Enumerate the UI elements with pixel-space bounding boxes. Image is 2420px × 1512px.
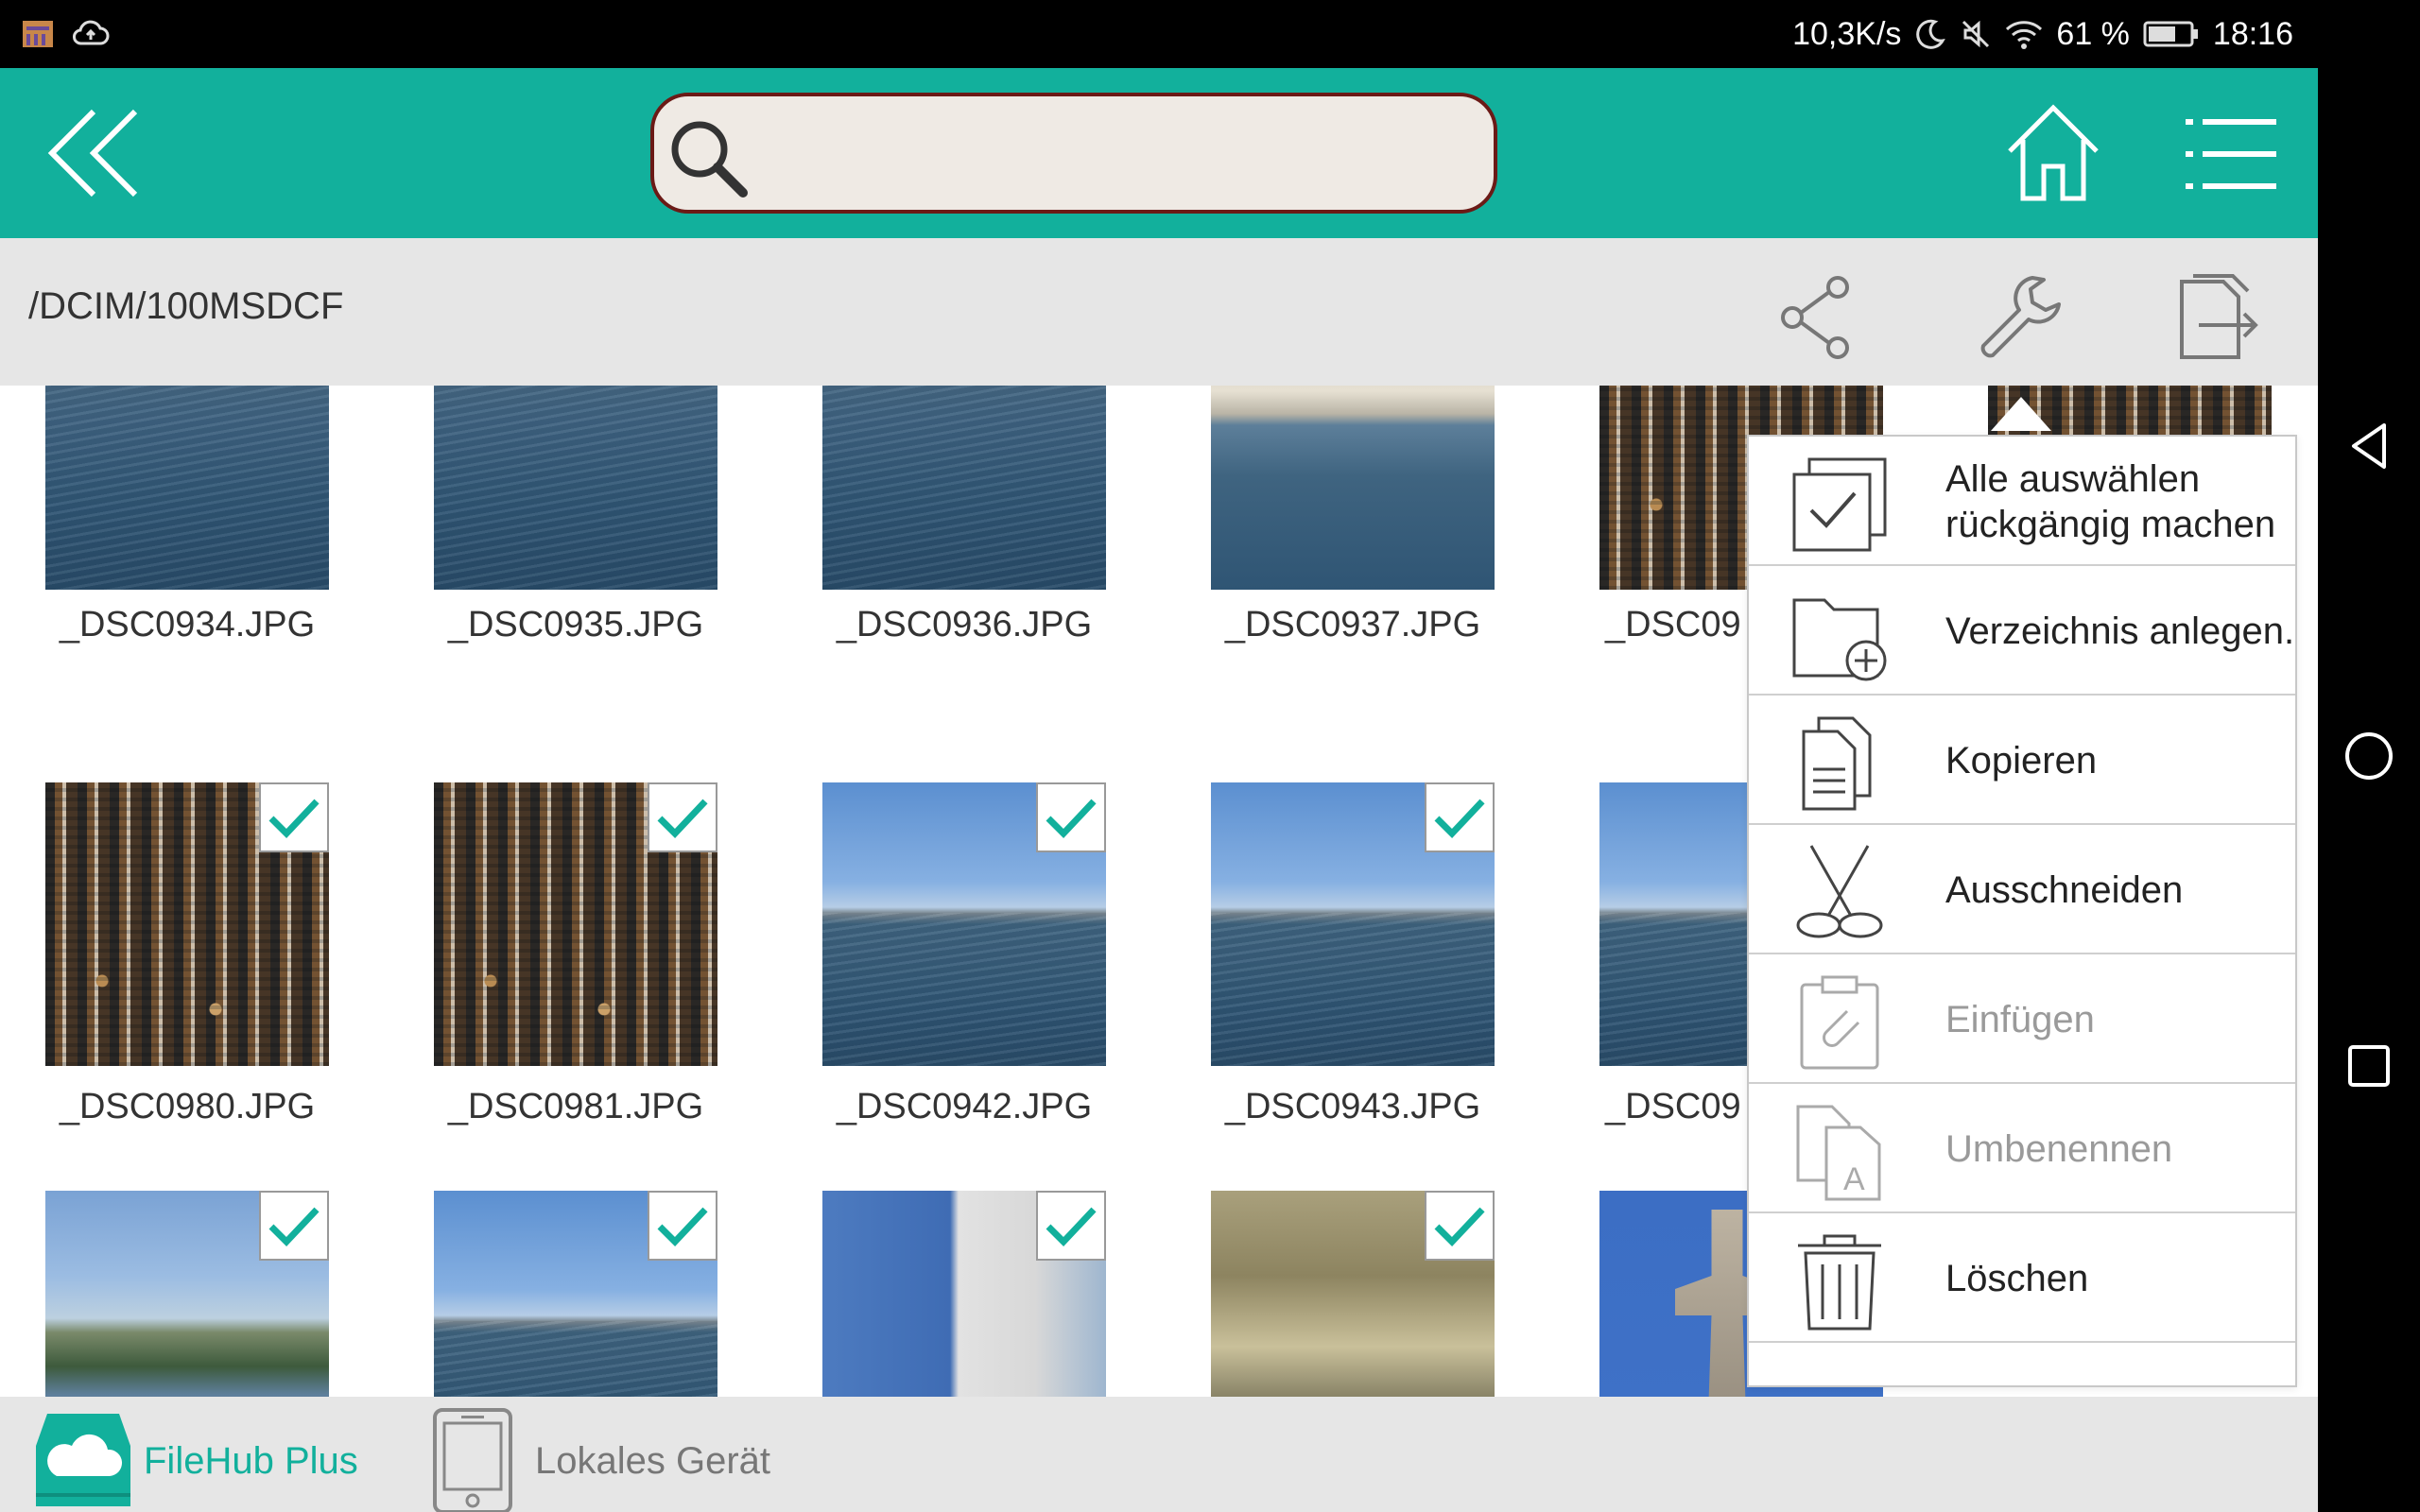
battery-icon	[2143, 21, 2198, 47]
checkmark-icon	[1434, 799, 1485, 839]
scissors-icon	[1796, 845, 1883, 938]
bottom-tab-bar: FileHub Plus Lokales Gerät	[0, 1397, 2318, 1512]
selected-checkbox[interactable]	[1425, 1191, 1495, 1261]
moon-icon	[1916, 19, 1946, 49]
selected-checkbox[interactable]	[648, 782, 717, 852]
wifi-icon	[2006, 21, 2043, 49]
menu-item-copy[interactable]: Kopieren	[1749, 696, 2295, 825]
file-name: _DSC0936.JPG	[836, 605, 1093, 644]
cloud-drive-icon	[36, 1414, 130, 1506]
menu-item-label: Alle auswählen rückgängig machen	[1945, 457, 2276, 545]
menu-item-deselect-all[interactable]: Alle auswählen rückgängig machen	[1749, 437, 2295, 566]
menu-item-new-folder[interactable]: Verzeichnis anlegen.	[1749, 566, 2295, 696]
copy-icon	[1802, 716, 1872, 811]
tab-local-device[interactable]: Lokales Gerät	[431, 1408, 771, 1512]
menu-item-label: Umbenennen	[1945, 1127, 2173, 1170]
nav-back-button[interactable]	[2318, 389, 2420, 503]
app-notification-icon	[23, 21, 53, 47]
circle-home-icon	[2345, 732, 2393, 780]
search-input[interactable]	[758, 115, 1477, 195]
triangle-back-icon	[2352, 423, 2386, 469]
menu-item-label: Ausschneiden	[1945, 868, 2184, 911]
current-path: /DCIM/100MSDCF	[28, 285, 344, 327]
menu-item-label: Löschen	[1945, 1257, 2089, 1299]
file-name: _DSC0937.JPG	[1224, 605, 1481, 644]
tab-local-label: Lokales Gerät	[535, 1439, 771, 1482]
menu-item-delete[interactable]: Löschen	[1749, 1213, 2295, 1343]
selected-checkbox[interactable]	[259, 782, 329, 852]
clock: 18:16	[2212, 15, 2293, 52]
back-button[interactable]	[42, 106, 146, 200]
tools-button[interactable]	[1974, 272, 2065, 363]
checkmark-icon	[1046, 799, 1097, 839]
menu-item-cut[interactable]: Ausschneiden	[1749, 825, 2295, 954]
context-menu-pointer	[1991, 397, 2051, 431]
share-icon	[1781, 276, 1849, 359]
checkmark-icon	[657, 799, 708, 839]
selected-checkbox[interactable]	[1036, 782, 1106, 852]
checkmark-icon	[1046, 1207, 1097, 1247]
share-button[interactable]	[1772, 272, 1862, 363]
square-recents-icon	[2348, 1045, 2390, 1087]
checkbox-icon	[1792, 457, 1887, 552]
system-navigation-bar	[2318, 0, 2420, 1512]
checkmark-icon	[657, 1207, 708, 1247]
export-file-icon	[2180, 274, 2258, 359]
file-thumbnail[interactable]	[1211, 386, 1495, 590]
menu-item-label: Einfügen	[1945, 998, 2095, 1040]
cloud-upload-icon	[73, 20, 110, 45]
network-speed: 10,3K/s	[1792, 15, 1902, 52]
selected-checkbox[interactable]	[1425, 782, 1495, 852]
status-bar: 10,3K/s 61 % 18:16	[0, 0, 2318, 68]
menu-item-paste[interactable]: Einfügen	[1749, 954, 2295, 1084]
nav-home-button[interactable]	[2318, 699, 2420, 813]
tab-filehub-plus[interactable]: FileHub Plus	[28, 1414, 358, 1508]
path-bar: /DCIM/100MSDCF	[0, 238, 2318, 386]
menu-item-label: Verzeichnis anlegen.	[1945, 610, 2295, 652]
top-toolbar	[0, 68, 2318, 238]
selected-checkbox[interactable]	[1036, 1191, 1106, 1261]
search-box[interactable]	[650, 93, 1497, 214]
mute-icon	[1962, 20, 1990, 48]
selected-checkbox[interactable]	[648, 1191, 717, 1261]
menu-item-label: Kopieren	[1945, 739, 2098, 782]
context-menu: Alle auswählen rückgängig machen Verzeic…	[1747, 435, 2297, 1387]
home-icon	[2008, 104, 2099, 201]
search-icon	[671, 121, 748, 198]
checkmark-icon	[1434, 1207, 1485, 1247]
file-thumbnail[interactable]	[45, 386, 329, 590]
phone-icon	[433, 1408, 512, 1512]
file-name: _DSC0935.JPG	[447, 605, 704, 644]
battery-percent: 61 %	[2056, 15, 2130, 52]
wrench-icon	[1980, 276, 2061, 358]
nav-recents-button[interactable]	[2318, 1009, 2420, 1123]
svg-text:A: A	[1843, 1161, 1865, 1197]
tab-filehub-label: FileHub Plus	[144, 1439, 358, 1482]
home-button[interactable]	[1996, 96, 2110, 210]
double-chevron-left-icon	[47, 109, 138, 198]
checkmark-icon	[268, 799, 320, 839]
file-thumbnail[interactable]	[822, 386, 1106, 590]
file-name: _DSC0981.JPG	[447, 1087, 704, 1126]
file-thumbnail[interactable]	[434, 386, 717, 590]
file-name: _DSC0934.JPG	[59, 605, 316, 644]
list-menu-icon	[2186, 119, 2276, 189]
checkmark-icon	[268, 1207, 320, 1247]
export-button[interactable]	[2174, 272, 2265, 363]
new-folder-icon	[1792, 598, 1887, 681]
app-screen: /DCIM/100MSDCF _DSC0934.JPG _DSC0935.JPG…	[0, 68, 2318, 1512]
file-name: _DSC0980.JPG	[59, 1087, 316, 1126]
rename-icon: A	[1796, 1105, 1881, 1201]
menu-item-rename[interactable]: A Umbenennen	[1749, 1084, 2295, 1213]
paste-icon	[1800, 975, 1879, 1070]
status-notifications	[21, 17, 110, 51]
list-menu-button[interactable]	[2184, 113, 2278, 195]
file-name: _DSC0942.JPG	[836, 1087, 1093, 1126]
file-name: _DSC0943.JPG	[1224, 1087, 1481, 1126]
trash-icon	[1798, 1234, 1881, 1331]
selected-checkbox[interactable]	[259, 1191, 329, 1261]
